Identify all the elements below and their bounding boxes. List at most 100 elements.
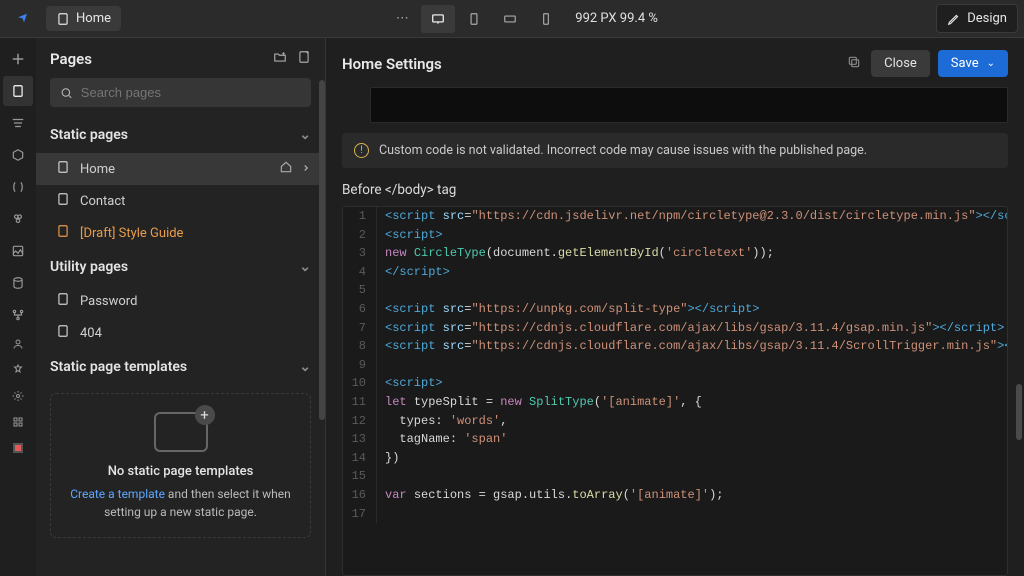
line-number: 5	[343, 281, 377, 300]
page-label: 404	[80, 326, 311, 341]
code-editor-collapsed[interactable]	[370, 87, 1008, 123]
code-content: <script src="https://unpkg.com/split-typ…	[377, 300, 760, 319]
code-content: })	[377, 449, 399, 468]
line-number: 9	[343, 356, 377, 375]
code-line: 13 tagName: 'span'	[343, 430, 1007, 449]
code-line: 8<script src="https://cdnjs.cloudflare.c…	[343, 337, 1007, 356]
line-number: 4	[343, 263, 377, 282]
search-input[interactable]	[81, 85, 301, 100]
line-number: 8	[343, 337, 377, 356]
code-line: 6<script src="https://unpkg.com/split-ty…	[343, 300, 1007, 319]
line-number: 17	[343, 505, 377, 524]
chevron-down-icon: ⌄	[299, 359, 311, 375]
line-number: 1	[343, 207, 377, 226]
code-content	[377, 356, 385, 375]
breadcrumb-home[interactable]: Home	[46, 6, 121, 31]
page-icon	[56, 224, 70, 242]
create-template-link[interactable]: Create a template	[70, 487, 165, 501]
search-pages[interactable]	[50, 78, 311, 107]
plus-icon[interactable]: +	[195, 405, 215, 425]
warning-text: Custom code is not validated. Incorrect …	[379, 143, 867, 158]
audit-icon[interactable]	[3, 436, 33, 460]
top-bar: Home ⋯ 992 PX 99.4 % Design	[0, 0, 1024, 38]
chevron-down-icon: ⌄	[299, 259, 311, 275]
device-desktop-icon[interactable]	[421, 5, 455, 33]
line-number: 15	[343, 467, 377, 486]
panel-scrollbar[interactable]	[319, 80, 325, 576]
add-element-button[interactable]	[3, 44, 33, 74]
design-mode-label: Design	[967, 11, 1007, 26]
device-tablet-icon[interactable]	[457, 5, 491, 33]
code-line: 15	[343, 467, 1007, 486]
code-line: 10<script>	[343, 374, 1007, 393]
ecommerce-icon[interactable]	[3, 358, 33, 382]
code-line: 17	[343, 505, 1007, 524]
save-button[interactable]: Save⌄	[938, 50, 1008, 77]
code-content: tagName: 'span'	[377, 430, 507, 449]
new-folder-icon[interactable]	[273, 50, 287, 68]
styles-icon[interactable]	[3, 204, 33, 234]
warning-banner: ! Custom code is not validated. Incorrec…	[342, 133, 1008, 168]
nav-lines-icon[interactable]	[3, 108, 33, 138]
code-content: <script>	[377, 226, 443, 245]
apps-icon[interactable]	[3, 410, 33, 434]
line-number: 3	[343, 244, 377, 263]
settings-scrollbar[interactable]	[1016, 108, 1022, 568]
assets-icon[interactable]	[3, 236, 33, 266]
app-logo[interactable]	[12, 7, 36, 31]
code-content	[377, 505, 385, 524]
page-row[interactable]: Contact	[36, 185, 325, 217]
users-icon[interactable]	[3, 332, 33, 356]
templates-section[interactable]: Static page templates ⌄	[36, 349, 325, 385]
page-row[interactable]: Home	[36, 153, 325, 185]
variables-icon[interactable]	[3, 172, 33, 202]
page-icon	[56, 292, 70, 310]
code-line: 11let typeSplit = new SplitType('[animat…	[343, 393, 1007, 412]
close-button[interactable]: Close	[871, 50, 930, 77]
code-content: <script src="https://cdnjs.cloudflare.co…	[377, 337, 1008, 356]
code-content: types: 'words',	[377, 412, 507, 431]
design-mode-button[interactable]: Design	[936, 4, 1018, 33]
utility-pages-label: Utility pages	[50, 259, 128, 275]
page-icon	[56, 324, 70, 342]
code-editor[interactable]: 1<script src="https://cdn.jsdelivr.net/n…	[342, 206, 1008, 576]
line-number: 12	[343, 412, 377, 431]
device-tablet-landscape-icon[interactable]	[493, 5, 527, 33]
page-label: [Draft] Style Guide	[80, 226, 311, 241]
search-icon	[60, 86, 73, 100]
pages-panel: Pages Static pages ⌄ HomeContact[Draft] …	[36, 38, 326, 576]
copy-icon[interactable]	[847, 55, 861, 73]
page-icon	[56, 160, 70, 178]
code-content: <script>	[377, 374, 443, 393]
page-row[interactable]: [Draft] Style Guide	[36, 217, 325, 249]
code-line: 4</script>	[343, 263, 1007, 282]
code-line: 3new CircleType(document.getElementById(…	[343, 244, 1007, 263]
static-pages-section[interactable]: Static pages ⌄	[36, 117, 325, 153]
code-content: <script src="https://cdnjs.cloudflare.co…	[377, 319, 1004, 338]
chevron-down-icon: ⌄	[299, 127, 311, 143]
line-number: 10	[343, 374, 377, 393]
pages-tab-icon[interactable]	[3, 76, 33, 106]
chevron-down-icon: ⌄	[987, 58, 995, 69]
chevron-right-icon	[301, 162, 311, 177]
device-mobile-icon[interactable]	[529, 5, 563, 33]
code-line: 12 types: 'words',	[343, 412, 1007, 431]
line-number: 6	[343, 300, 377, 319]
line-number: 13	[343, 430, 377, 449]
code-content: var sections = gsap.utils.toArray('[anim…	[377, 486, 724, 505]
code-content: </script>	[377, 263, 450, 282]
logic-icon[interactable]	[3, 300, 33, 330]
page-label: Password	[80, 294, 311, 309]
cms-icon[interactable]	[3, 268, 33, 298]
page-row[interactable]: 404	[36, 317, 325, 349]
components-icon[interactable]	[3, 140, 33, 170]
utility-pages-section[interactable]: Utility pages ⌄	[36, 249, 325, 285]
line-number: 2	[343, 226, 377, 245]
page-row[interactable]: Password	[36, 285, 325, 317]
settings-rail-icon[interactable]	[3, 384, 33, 408]
more-icon[interactable]: ⋯	[385, 5, 419, 33]
line-number: 14	[343, 449, 377, 468]
code-line: 14})	[343, 449, 1007, 468]
code-line: 9	[343, 356, 1007, 375]
new-page-icon[interactable]	[297, 50, 311, 68]
